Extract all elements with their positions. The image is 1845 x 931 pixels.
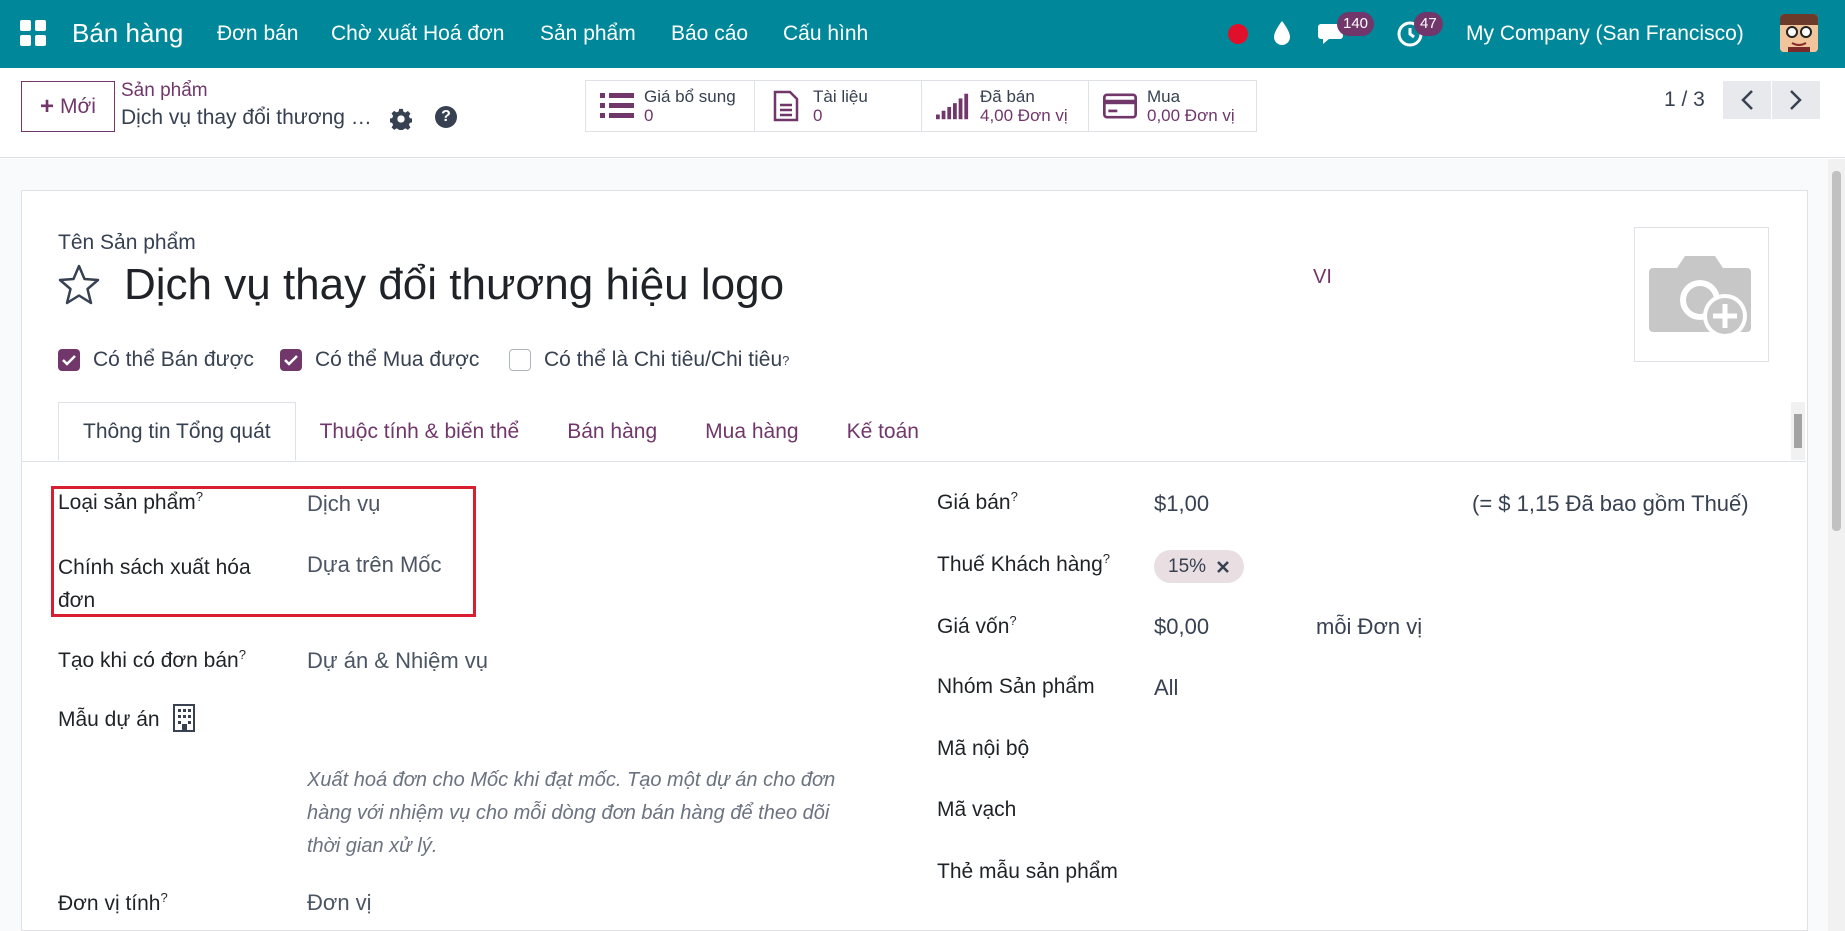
messages-badge: 140 xyxy=(1337,12,1375,36)
smart-button-extra-prices[interactable]: Giá bổ sung 0 xyxy=(585,80,755,132)
sale-price-input[interactable]: $1,00 xyxy=(1154,491,1209,517)
smart-value: 0,00 Đơn vị xyxy=(1147,106,1235,125)
smart-value: 4,00 Đơn vị xyxy=(980,106,1068,125)
nav-to-invoice[interactable]: Chờ xuất Hoá đơn xyxy=(331,22,504,46)
product-category-label: Nhóm Sản phẩm xyxy=(937,675,1095,698)
tax-tag-label: 15% xyxy=(1168,555,1207,577)
app-name[interactable]: Bán hàng xyxy=(72,18,183,49)
company-switcher[interactable]: My Company (San Francisco) xyxy=(1466,22,1744,46)
smart-label: Đã bán xyxy=(980,87,1035,106)
plus-icon: + xyxy=(40,92,55,120)
smart-button-sold[interactable]: Đã bán 4,00 Đơn vị xyxy=(921,80,1089,132)
control-panel: + Mới Sản phẩm Dịch vụ thay đổi thương h… xyxy=(0,68,1845,158)
smart-label: Tài liệu xyxy=(813,87,868,106)
sale-price-label: Giá bán? xyxy=(937,489,1018,514)
can-be-expensed-checkbox[interactable]: Có thể là Chi tiêu/Chi tiêu? xyxy=(509,348,789,372)
building-icon[interactable] xyxy=(172,703,196,733)
star-icon[interactable] xyxy=(57,263,101,307)
breadcrumb-current: Dịch vụ thay đổi thương hiệu logo xyxy=(121,106,381,129)
create-on-order-label: Tạo khi có đơn bán? xyxy=(58,647,246,672)
tab-general-info[interactable]: Thông tin Tổng quát xyxy=(58,402,296,461)
nav-products[interactable]: Sản phẩm xyxy=(540,22,636,46)
smart-label: Giá bổ sung xyxy=(644,87,736,106)
nav-reporting[interactable]: Báo cáo xyxy=(671,22,748,46)
uom-select[interactable]: Đơn vị xyxy=(307,890,372,916)
tab-sales[interactable]: Bán hàng xyxy=(543,402,681,461)
pager-previous-button[interactable] xyxy=(1723,81,1771,119)
can-be-purchased-checkbox[interactable]: Có thể Mua được xyxy=(280,348,479,372)
credit-card-icon xyxy=(1103,91,1137,121)
barcode-label: Mã vạch xyxy=(937,798,1017,821)
product-type-select[interactable]: Dịch vụ xyxy=(307,491,380,517)
new-button[interactable]: + Mới xyxy=(21,81,115,132)
product-name-input[interactable]: Dịch vụ thay đổi thương hiệu logo xyxy=(124,260,784,310)
breadcrumb-parent[interactable]: Sản phẩm xyxy=(121,80,208,102)
pager-next-button[interactable] xyxy=(1772,81,1820,119)
customer-tax-label: Thuế Khách hàng? xyxy=(937,551,1111,576)
cost-label: Giá vốn? xyxy=(937,613,1017,638)
internal-reference-label: Mã nội bộ xyxy=(937,737,1030,760)
notebook-tabs: Thông tin Tổng quát Thuộc tính & biến th… xyxy=(58,402,943,461)
sale-price-incl-tax: (= $ 1,15 Đã bao gồm Thuế) xyxy=(1472,491,1749,516)
chevron-right-icon xyxy=(1790,90,1802,110)
nav-configuration[interactable]: Cấu hình xyxy=(783,22,868,46)
cost-input[interactable]: $0,00 xyxy=(1154,614,1209,640)
uom-label: Đơn vị tính? xyxy=(58,890,168,915)
document-icon xyxy=(769,90,803,122)
tax-tag[interactable]: 15% xyxy=(1154,550,1245,583)
signal-chart-icon xyxy=(936,91,970,121)
smart-label: Mua xyxy=(1147,87,1181,106)
checkbox-label: Có thể là Chi tiêu/Chi tiêu xyxy=(544,348,783,371)
camera-add-icon xyxy=(1649,256,1751,338)
new-button-label: Mới xyxy=(60,94,96,118)
tab-accounting[interactable]: Kế toán xyxy=(823,402,943,461)
language-button[interactable]: VI xyxy=(1313,266,1332,289)
gear-icon[interactable] xyxy=(390,108,412,130)
top-navbar: Bán hàng Đơn bán Chờ xuất Hoá đơn Sản ph… xyxy=(0,0,1845,68)
product-type-label: Loại sản phẩm? xyxy=(58,489,203,514)
check-icon xyxy=(280,349,302,371)
smart-button-purchased[interactable]: Mua 0,00 Đơn vị xyxy=(1088,80,1257,132)
app-menu-icon[interactable] xyxy=(20,20,46,46)
drop-icon[interactable] xyxy=(1272,20,1292,46)
product-image-upload[interactable] xyxy=(1634,227,1769,362)
checkbox-box xyxy=(509,349,531,371)
product-name-label: Tên Sản phẩm xyxy=(58,231,196,254)
product-category-select[interactable]: All xyxy=(1154,675,1178,701)
invoice-policy-help: Xuất hoá đơn cho Mốc khi đạt mốc. Tạo mộ… xyxy=(307,769,836,857)
list-icon xyxy=(600,91,634,121)
activities-badge: 47 xyxy=(1414,12,1443,36)
checkbox-label: Có thể Mua được xyxy=(315,348,480,371)
nav-orders[interactable]: Đơn bán xyxy=(217,22,299,46)
can-be-sold-checkbox[interactable]: Có thể Bán được xyxy=(58,348,254,372)
cost-unit: mỗi Đơn vị xyxy=(1316,614,1423,639)
tab-purchase[interactable]: Mua hàng xyxy=(681,402,822,461)
main-scrollbar[interactable] xyxy=(1828,159,1845,931)
tooltip-mark[interactable]: ? xyxy=(782,353,789,368)
record-icon[interactable] xyxy=(1228,24,1248,44)
inner-scrollbar[interactable] xyxy=(1791,402,1805,460)
smart-button-documents[interactable]: Tài liệu 0 xyxy=(754,80,922,132)
chevron-left-icon xyxy=(1741,90,1753,110)
tab-attributes-variants[interactable]: Thuộc tính & biến thể xyxy=(296,402,544,461)
smart-value: 0 xyxy=(813,106,823,125)
tab-divider xyxy=(22,461,1806,462)
smart-value: 0 xyxy=(644,106,654,125)
create-on-order-select[interactable]: Dự án & Nhiệm vụ xyxy=(307,648,488,674)
product-tags-label: Thẻ mẫu sản phẩm xyxy=(937,860,1118,883)
check-icon xyxy=(58,349,80,371)
pager-value[interactable]: 1 / 3 xyxy=(1664,88,1705,112)
help-icon[interactable]: ? xyxy=(435,106,457,128)
invoice-policy-label: Chính sách xuất hóa đơn xyxy=(58,556,251,612)
project-template-label: Mẫu dự án xyxy=(58,708,160,731)
close-icon[interactable] xyxy=(1216,560,1230,574)
checkbox-label: Có thể Bán được xyxy=(93,348,254,371)
invoice-policy-select[interactable]: Dựa trên Mốc xyxy=(307,552,442,578)
user-avatar[interactable] xyxy=(1780,14,1818,52)
